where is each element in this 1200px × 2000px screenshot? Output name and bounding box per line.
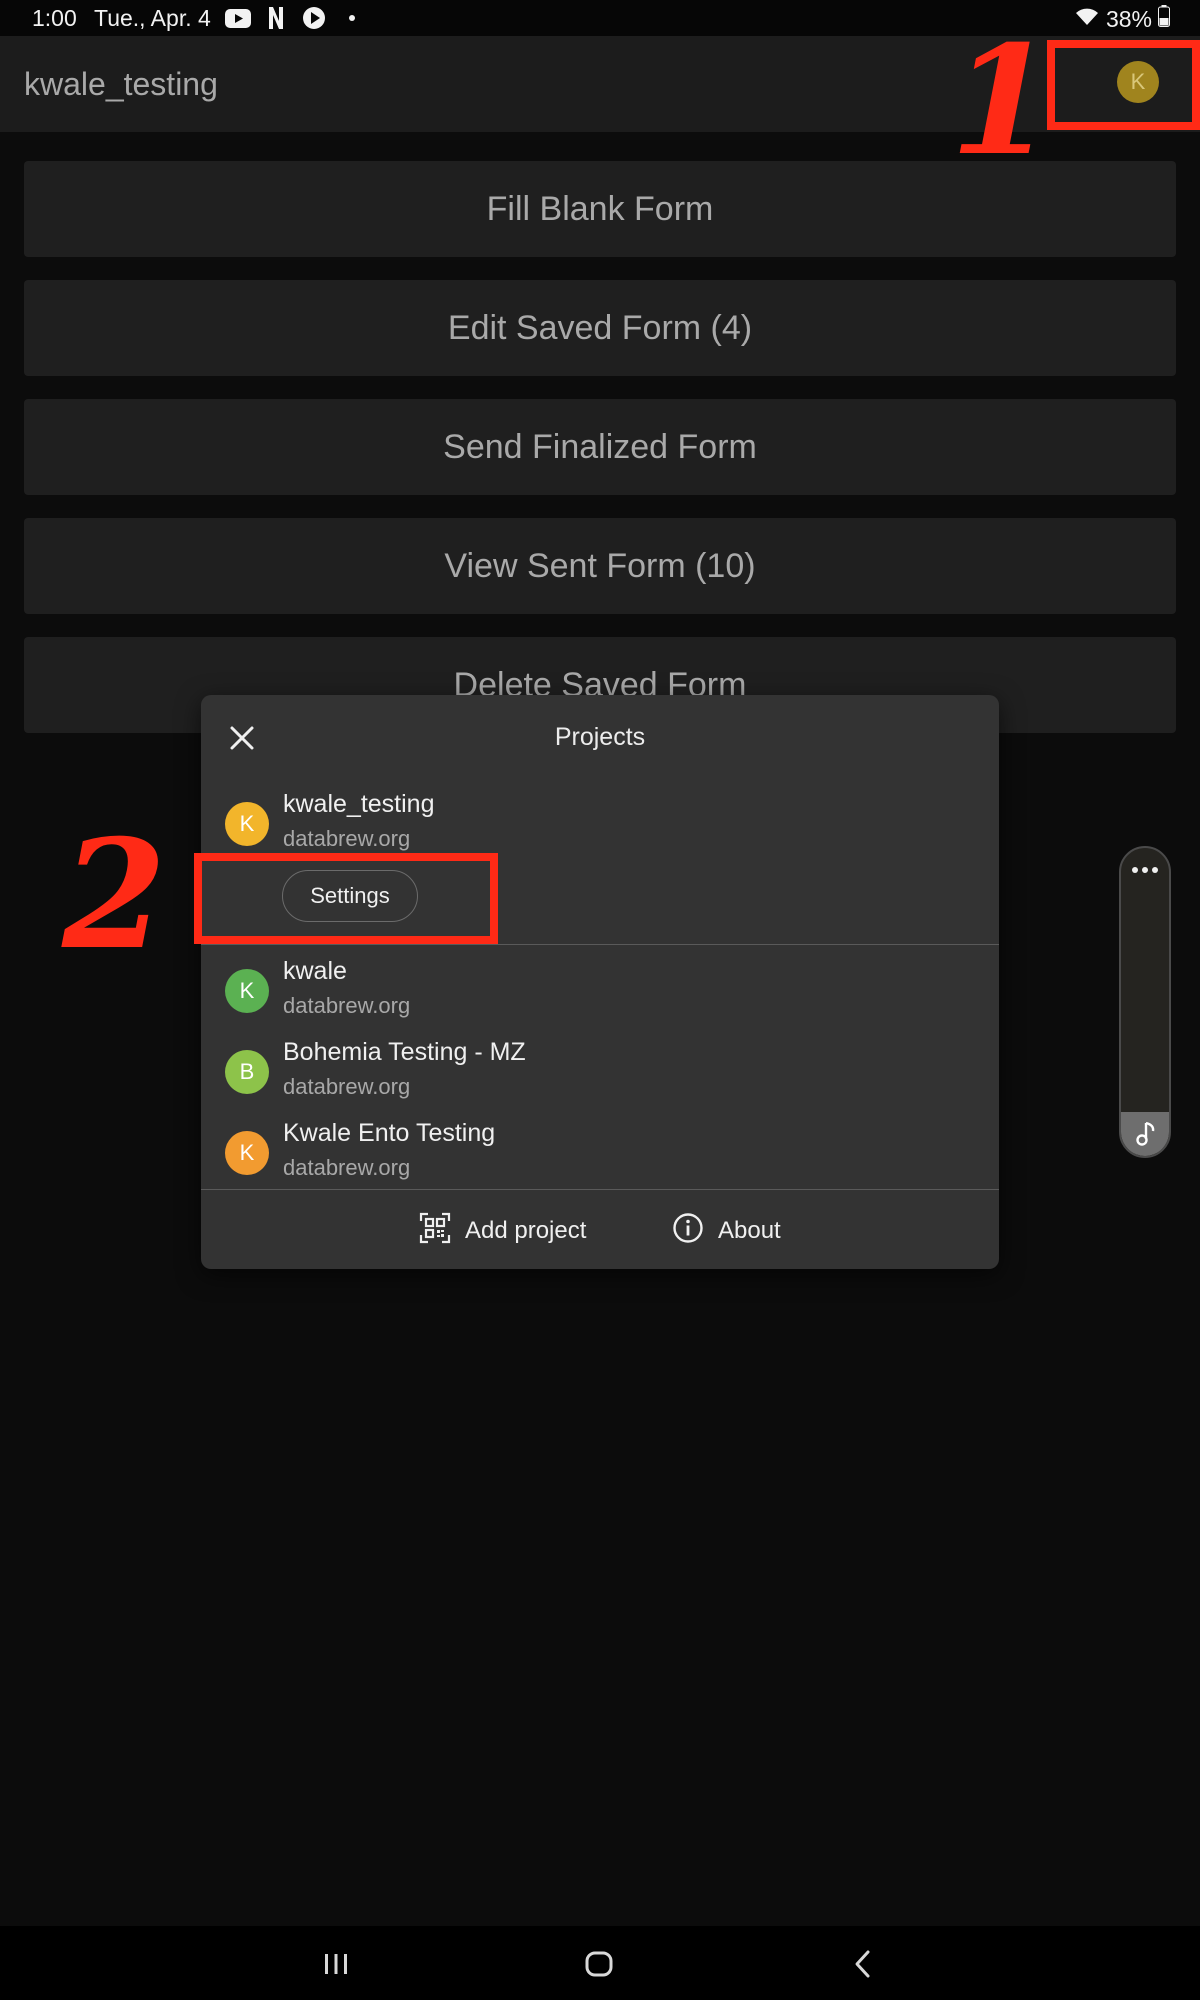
more-icon[interactable]	[1121, 856, 1169, 884]
edit-saved-form-button[interactable]: Edit Saved Form (4)	[24, 280, 1176, 376]
status-time: 1:00	[32, 5, 77, 31]
navigation-bar	[0, 1926, 1200, 2000]
project-list-item[interactable]: K kwale databrew.org	[225, 957, 965, 1027]
about-button[interactable]: About	[672, 1212, 781, 1251]
current-project: K kwale_testing databrew.org	[225, 790, 965, 860]
view-sent-form-button[interactable]: View Sent Form (10)	[24, 518, 1176, 614]
projects-dialog: Projects K kwale_testing databrew.org Se…	[201, 695, 999, 1269]
project-url: databrew.org	[283, 993, 411, 1018]
music-note-icon[interactable]	[1121, 1112, 1169, 1156]
battery-percent: 38%	[1105, 5, 1152, 32]
project-url: databrew.org	[283, 826, 411, 851]
divider	[201, 1189, 999, 1190]
info-icon	[672, 1212, 704, 1251]
qr-code-icon	[419, 1212, 451, 1251]
dot-icon	[338, 7, 366, 29]
project-avatar: K	[225, 969, 269, 1013]
send-finalized-form-button[interactable]: Send Finalized Form	[24, 399, 1176, 495]
netflix-icon	[262, 7, 290, 29]
home-icon[interactable]	[579, 1946, 619, 1982]
battery-icon	[1158, 5, 1170, 33]
annotation-number-2: 2	[62, 807, 167, 983]
add-project-button[interactable]: Add project	[419, 1212, 587, 1251]
about-label: About	[718, 1217, 781, 1244]
wifi-icon	[1074, 6, 1100, 33]
annotation-box-2	[194, 853, 498, 944]
project-url: databrew.org	[283, 1074, 411, 1099]
dialog-title: Projects	[554, 723, 646, 751]
divider	[201, 944, 999, 945]
floating-side-panel[interactable]	[1119, 846, 1171, 1158]
project-name: kwale	[283, 957, 347, 985]
project-list-item[interactable]: K Kwale Ento Testing databrew.org	[225, 1119, 965, 1189]
project-name: Bohemia Testing - MZ	[283, 1038, 526, 1066]
back-icon[interactable]	[843, 1946, 883, 1982]
annotation-box-1	[1047, 40, 1200, 130]
status-right: 38%	[1074, 5, 1170, 33]
youtube-icon	[224, 7, 252, 29]
project-url: databrew.org	[283, 1155, 411, 1180]
recent-apps-icon[interactable]	[316, 1946, 356, 1982]
annotation-number-1: 1	[950, 13, 1055, 189]
notification-icons	[224, 7, 366, 29]
app-title: kwale_testing	[24, 66, 218, 102]
play-icon	[300, 7, 328, 29]
add-project-label: Add project	[465, 1217, 587, 1244]
project-list-item[interactable]: B Bohemia Testing - MZ databrew.org	[225, 1038, 965, 1108]
project-avatar: K	[225, 1131, 269, 1175]
project-name: Kwale Ento Testing	[283, 1119, 496, 1147]
project-avatar: K	[225, 802, 269, 846]
project-avatar: B	[225, 1050, 269, 1094]
project-name: kwale_testing	[283, 790, 435, 818]
status-date: Tue., Apr. 4	[94, 5, 211, 31]
